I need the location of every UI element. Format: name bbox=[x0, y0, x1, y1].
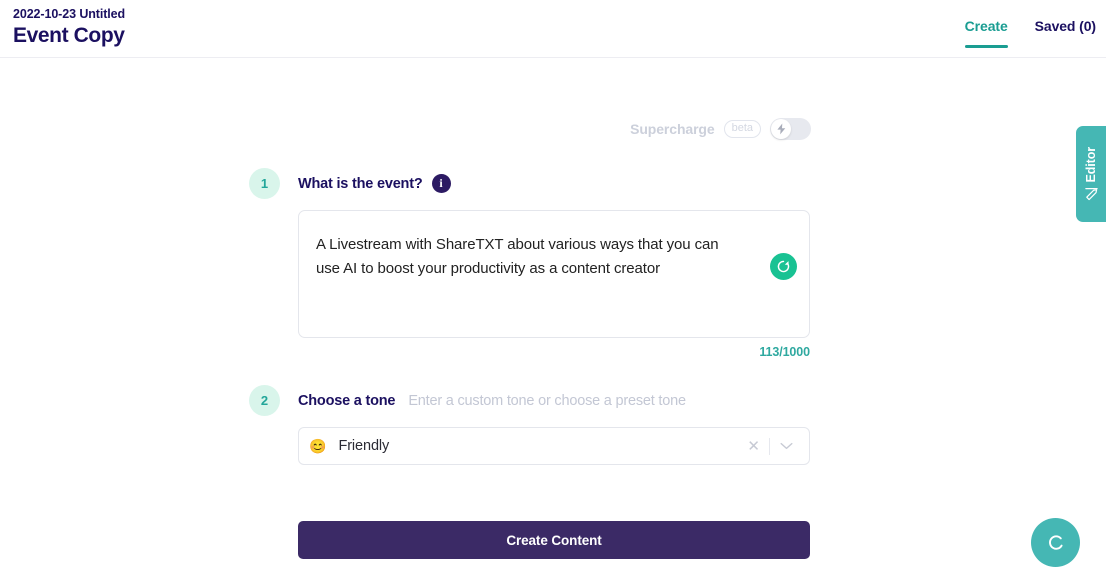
section-tone: 2 Choose a tone Enter a custom tone or c… bbox=[249, 385, 811, 465]
character-counter: 113/1000 bbox=[759, 345, 810, 359]
create-content-button[interactable]: Create Content bbox=[298, 521, 810, 559]
header-nav: Create Saved (0) bbox=[964, 0, 1096, 58]
app-header: 2022-10-23 Untitled Event Copy Create Sa… bbox=[0, 0, 1106, 58]
refresh-icon bbox=[777, 260, 790, 273]
chevron-down-glyph bbox=[780, 442, 793, 450]
tone-selected-value: Friendly bbox=[338, 438, 390, 454]
editor-tab-label: Editor bbox=[1084, 146, 1098, 183]
event-input-wrap bbox=[298, 210, 810, 338]
chat-widget-button[interactable] bbox=[1031, 518, 1080, 567]
pencil-glyph bbox=[1084, 188, 1098, 201]
regenerate-button[interactable] bbox=[770, 253, 797, 280]
step-1-header: 1 What is the event? i bbox=[249, 168, 811, 199]
tone-select[interactable]: 😊 Friendly ✕ bbox=[298, 427, 810, 465]
page-title: Event Copy bbox=[13, 24, 125, 47]
lightning-bolt-icon bbox=[776, 123, 785, 135]
pencil-icon bbox=[1084, 188, 1098, 201]
document-identity: 2022-10-23 Untitled Event Copy bbox=[13, 6, 125, 49]
step-2-badge: 2 bbox=[249, 385, 280, 416]
section-event: 1 What is the event? i 113/1000 bbox=[249, 168, 811, 359]
supercharge-toggle[interactable] bbox=[770, 118, 811, 140]
chevron-down-icon[interactable] bbox=[770, 442, 801, 450]
supercharge-row: Supercharge beta bbox=[249, 111, 811, 147]
create-form: Supercharge beta 1 What is the event? i bbox=[249, 58, 811, 559]
step-2-label: Choose a tone bbox=[298, 392, 396, 409]
editor-side-tab[interactable]: Editor bbox=[1076, 126, 1106, 222]
clear-icon[interactable]: ✕ bbox=[738, 439, 769, 454]
chat-icon bbox=[1048, 534, 1063, 550]
tone-emoji-icon: 😊 bbox=[309, 438, 327, 454]
info-icon[interactable]: i bbox=[431, 174, 451, 193]
beta-badge: beta bbox=[723, 120, 761, 138]
document-date: 2022-10-23 Untitled bbox=[13, 7, 126, 21]
step-1-label: What is the event? bbox=[298, 175, 423, 192]
step-2-hint: Enter a custom tone or choose a preset t… bbox=[408, 392, 686, 409]
tab-create[interactable]: Create bbox=[964, 18, 1008, 48]
event-textarea[interactable] bbox=[298, 210, 810, 338]
step-2-header: 2 Choose a tone Enter a custom tone or c… bbox=[249, 385, 811, 416]
step-1-badge: 1 bbox=[249, 168, 280, 199]
toggle-knob bbox=[771, 119, 791, 139]
tab-saved[interactable]: Saved (0) bbox=[1035, 18, 1096, 48]
supercharge-label: Supercharge bbox=[630, 121, 715, 137]
